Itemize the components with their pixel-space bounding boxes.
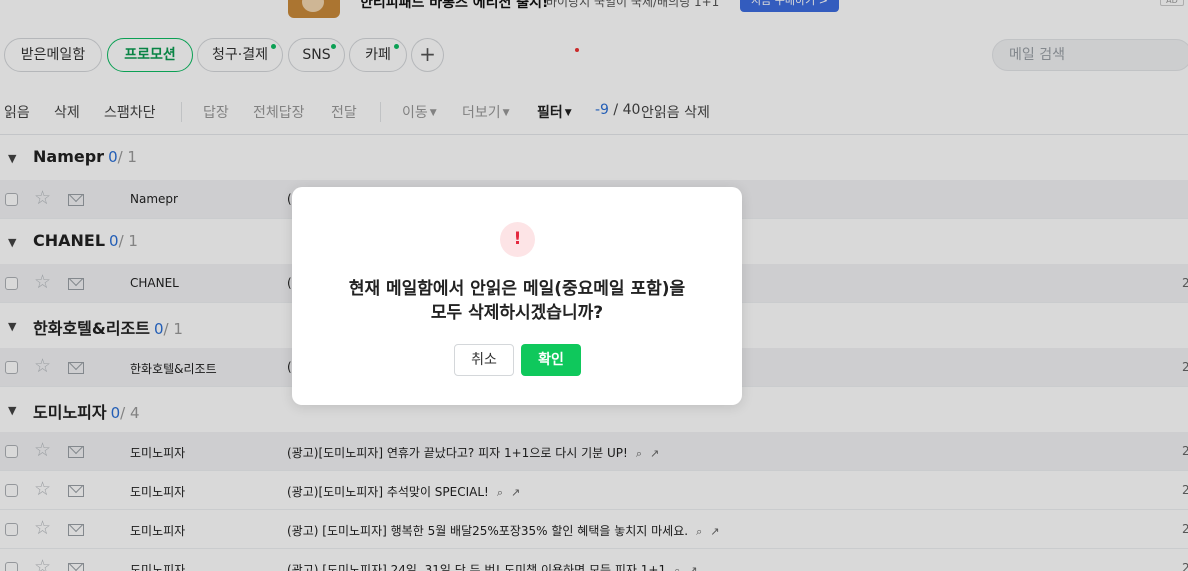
dialog-message: 현재 메일함에서 안읽은 메일(중요메일 포함)을 모두 삭제하시겠습니까? xyxy=(292,277,742,325)
dialog-message-line: 모두 삭제하시겠습니까? xyxy=(430,303,604,323)
confirm-button[interactable]: 확인 xyxy=(521,344,581,376)
cancel-button[interactable]: 취소 xyxy=(454,344,514,376)
dialog-message-line: 현재 메일함에서 안읽은 메일(중요메일 포함)을 xyxy=(348,279,686,299)
confirm-delete-dialog: ! 현재 메일함에서 안읽은 메일(중요메일 포함)을 모두 삭제하시겠습니까?… xyxy=(292,187,742,405)
warning-icon: ! xyxy=(500,222,535,257)
